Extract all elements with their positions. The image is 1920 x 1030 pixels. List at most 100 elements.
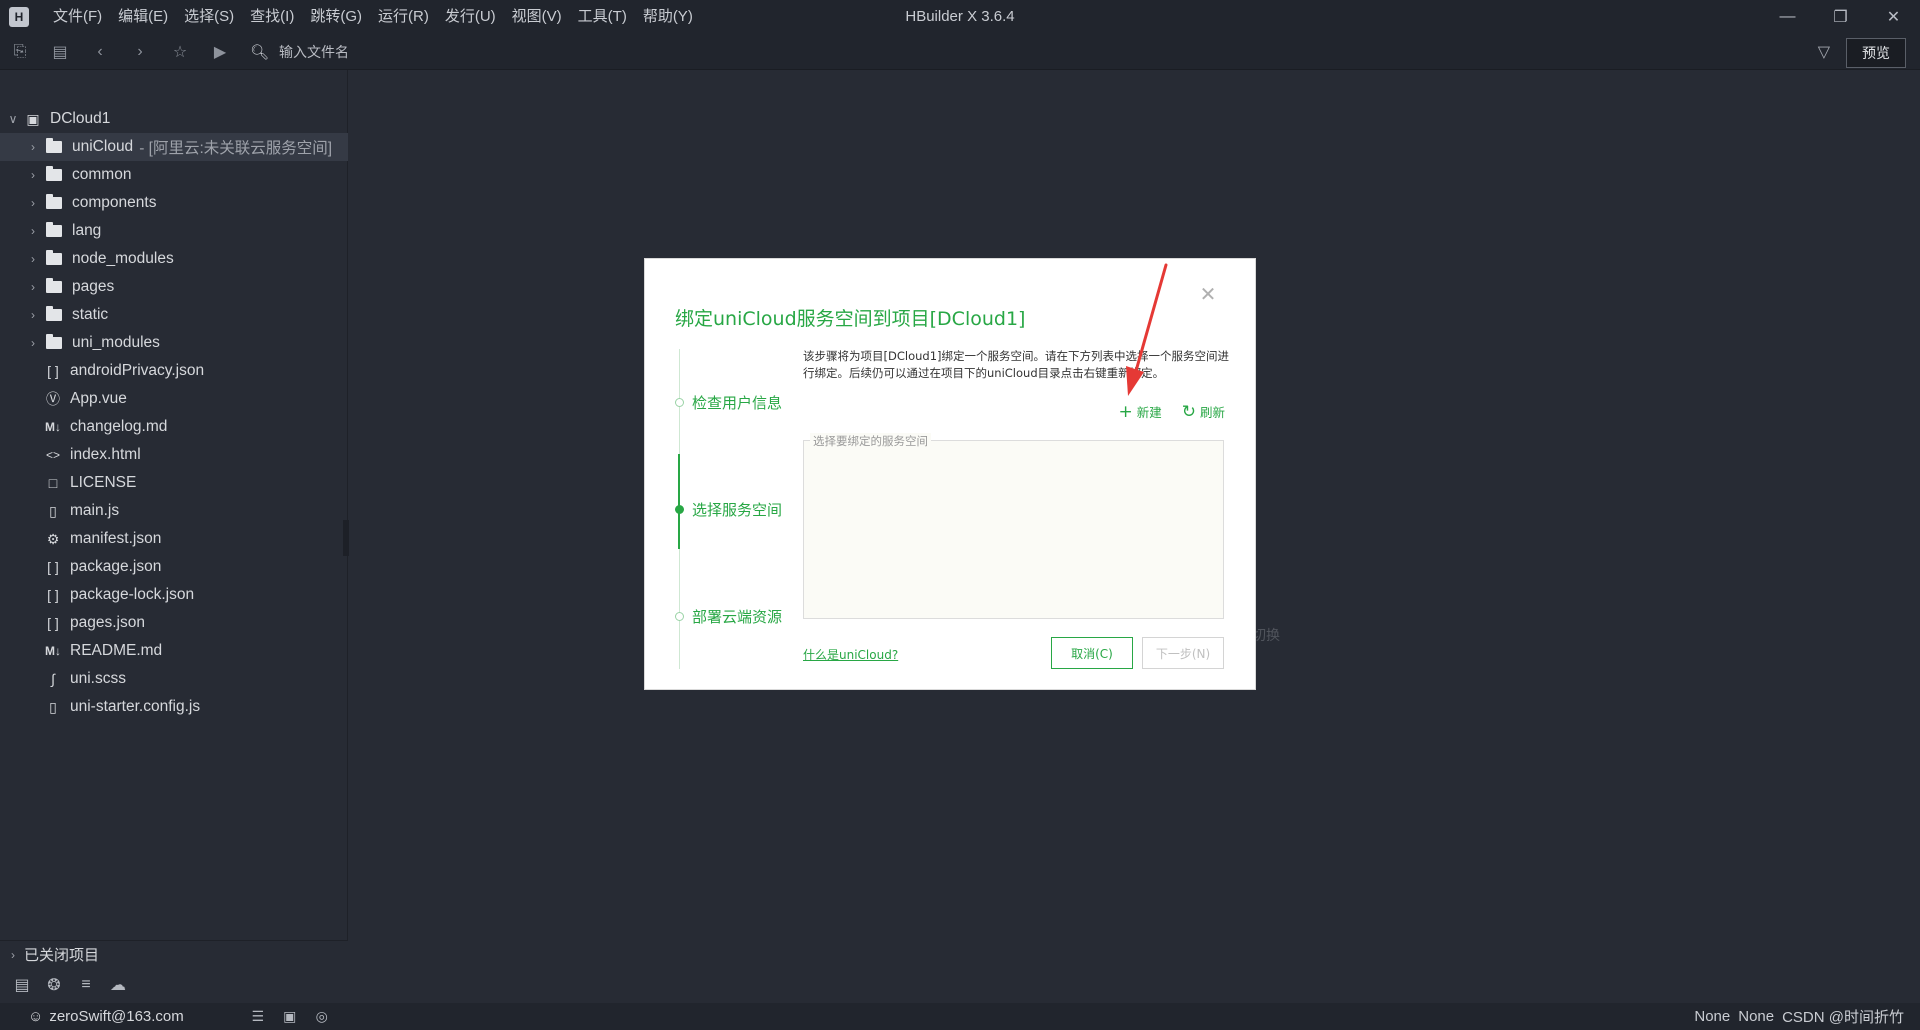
tree-item-package-lock-json[interactable]: [ ] package-lock.json: [0, 581, 348, 609]
tree-item-main-js[interactable]: ▯ main.js: [0, 497, 348, 525]
tree-item-label: App.vue: [70, 390, 127, 407]
step-label: 选择服务空间: [692, 501, 783, 519]
menu-view[interactable]: 视图(V): [504, 0, 570, 34]
menu-find[interactable]: 查找(I): [242, 0, 302, 34]
step-dot-icon: [675, 612, 684, 621]
tree-item-readme-md[interactable]: M↓ README.md: [0, 637, 348, 665]
cancel-button[interactable]: 取消(C): [1051, 637, 1133, 669]
chevron-right-icon[interactable]: ›: [6, 948, 20, 962]
refresh-button[interactable]: ↻ 刷新: [1182, 402, 1225, 421]
cloud-icon[interactable]: ☁: [102, 975, 134, 995]
status-encoding[interactable]: None: [1694, 1008, 1730, 1025]
folder-icon: [46, 278, 62, 293]
step-deploy-resources: 部署云端资源: [675, 606, 782, 627]
space-actions: + 新建 ↻ 刷新: [1098, 402, 1225, 421]
tree-item-androidprivacy-json[interactable]: [ ] androidPrivacy.json: [0, 357, 348, 385]
tree-item-index-html[interactable]: <> index.html: [0, 441, 348, 469]
menu-run[interactable]: 运行(R): [370, 0, 437, 34]
star-icon[interactable]: ☆: [160, 34, 200, 70]
filter-icon[interactable]: ▽: [1818, 42, 1830, 62]
js-file-icon: ▯: [49, 502, 57, 519]
console-icon[interactable]: ▣: [274, 1008, 306, 1025]
tree-item-unicloud[interactable]: › uniCloud - [阿里云:未关联云服务空间]: [0, 133, 348, 161]
close-window-icon[interactable]: ✕: [1867, 0, 1920, 34]
file-search-input[interactable]: [279, 43, 580, 60]
tree-item-common[interactable]: › common: [0, 161, 348, 189]
tree-item-node-modules[interactable]: › node_modules: [0, 245, 348, 273]
new-space-button[interactable]: + 新建: [1118, 402, 1161, 421]
status-bar: ☺ zeroSwift@163.com ☰ ▣ ◎ None None CSDN…: [0, 1003, 1920, 1030]
chevron-right-icon[interactable]: ›: [26, 196, 40, 210]
menu-edit[interactable]: 编辑(E): [110, 0, 176, 34]
service-space-legend: 选择要绑定的服务空间: [810, 433, 931, 449]
tree-item-pages[interactable]: › pages: [0, 273, 348, 301]
chevron-right-icon[interactable]: ›: [26, 168, 40, 182]
tree-item-pages-json[interactable]: [ ] pages.json: [0, 609, 348, 637]
user-icon: ☺: [28, 1008, 44, 1025]
explorer-icon[interactable]: ▤: [6, 975, 38, 995]
service-space-list[interactable]: 选择要绑定的服务空间: [803, 433, 1224, 619]
tree-item-uni-modules[interactable]: › uni_modules: [0, 329, 348, 357]
closed-projects[interactable]: › 已关闭项目: [0, 940, 348, 968]
globe-icon[interactable]: ◎: [306, 1008, 338, 1025]
preview-button[interactable]: 预览: [1846, 38, 1906, 68]
tree-item-uni-starter-config-js[interactable]: ▯ uni-starter.config.js: [0, 693, 348, 721]
html-file-icon: <>: [45, 448, 60, 462]
chevron-right-icon[interactable]: ›: [26, 252, 40, 266]
manifest-file-icon: ⚙: [46, 530, 60, 547]
tree-item-note: - [阿里云:未关联云服务空间]: [139, 140, 333, 157]
chevron-down-icon[interactable]: ∨: [6, 112, 20, 126]
tree-item-uni-scss[interactable]: ∫ uni.scss: [0, 665, 348, 693]
project-explorer: ∨ ▣ DCloud1 › uniCloud - [阿里云:未关联云服务空间] …: [0, 70, 348, 940]
list-icon[interactable]: ☰: [242, 1008, 274, 1025]
restore-icon[interactable]: ❐: [1814, 0, 1867, 34]
folder-icon: [46, 194, 62, 209]
run-icon[interactable]: ▶: [200, 34, 240, 70]
step-dot-icon: [675, 398, 684, 407]
next-button[interactable]: 下一步(N): [1142, 637, 1224, 669]
new-file-icon[interactable]: ⎘: [0, 34, 40, 70]
menu-file[interactable]: 文件(F): [45, 0, 110, 34]
save-icon[interactable]: ▤: [40, 34, 80, 70]
tree-item-label: uni-starter.config.js: [70, 698, 201, 715]
user-account[interactable]: ☺ zeroSwift@163.com: [28, 1008, 184, 1025]
window-controls: — ❐ ✕: [1761, 0, 1920, 34]
chevron-right-icon[interactable]: ›: [26, 224, 40, 238]
tree-item-license[interactable]: □ LICENSE: [0, 469, 348, 497]
menu-goto[interactable]: 跳转(G): [302, 0, 370, 34]
forward-icon[interactable]: ›: [120, 34, 160, 70]
menu-tools[interactable]: 工具(T): [570, 0, 635, 34]
chevron-right-icon[interactable]: ›: [26, 280, 40, 294]
tree-item-label: androidPrivacy.json: [70, 362, 205, 379]
debug-icon[interactable]: ❂: [38, 975, 70, 995]
tree-item-lang[interactable]: › lang: [0, 217, 348, 245]
step-dot-icon: [675, 505, 684, 514]
chevron-right-icon[interactable]: ›: [26, 336, 40, 350]
chevron-right-icon[interactable]: ›: [26, 140, 40, 154]
what-is-unicloud-link[interactable]: 什么是uniCloud?: [803, 646, 898, 663]
refresh-label: 刷新: [1199, 405, 1225, 420]
chevron-right-icon[interactable]: ›: [26, 308, 40, 322]
search-files-icon[interactable]: ≡: [70, 976, 102, 994]
dialog-description: 该步骤将为项目[DCloud1]绑定一个服务空间。请在下方列表中选择一个服务空间…: [803, 349, 1229, 380]
tree-item-changelog-md[interactable]: M↓ changelog.md: [0, 413, 348, 441]
tree-item-manifest-json[interactable]: ⚙ manifest.json: [0, 525, 348, 553]
tree-item-components[interactable]: › components: [0, 189, 348, 217]
close-icon[interactable]: ✕: [1198, 285, 1218, 305]
tree-item-label: uniCloud: [72, 138, 134, 155]
menu-help[interactable]: 帮助(Y): [635, 0, 701, 34]
menu-publish[interactable]: 发行(U): [437, 0, 504, 34]
file-search: 🔍︎: [250, 43, 580, 61]
json-file-icon: [ ]: [47, 587, 59, 603]
dialog-title: 绑定uniCloud服务空间到项目[DCloud1]: [675, 308, 1026, 330]
tree-item-static[interactable]: › static: [0, 301, 348, 329]
back-icon[interactable]: ‹: [80, 34, 120, 70]
project-root[interactable]: ∨ ▣ DCloud1: [0, 105, 348, 133]
menu-select[interactable]: 选择(S): [176, 0, 242, 34]
tree-item-app-vue[interactable]: Ⓥ App.vue: [0, 385, 348, 413]
tree-item-label: package-lock.json: [70, 586, 195, 603]
status-language[interactable]: None: [1738, 1008, 1774, 1025]
tree-item-package-json[interactable]: [ ] package.json: [0, 553, 348, 581]
minimize-icon[interactable]: —: [1761, 0, 1814, 34]
menu-bar: 文件(F) 编辑(E) 选择(S) 查找(I) 跳转(G) 运行(R) 发行(U…: [45, 0, 701, 34]
